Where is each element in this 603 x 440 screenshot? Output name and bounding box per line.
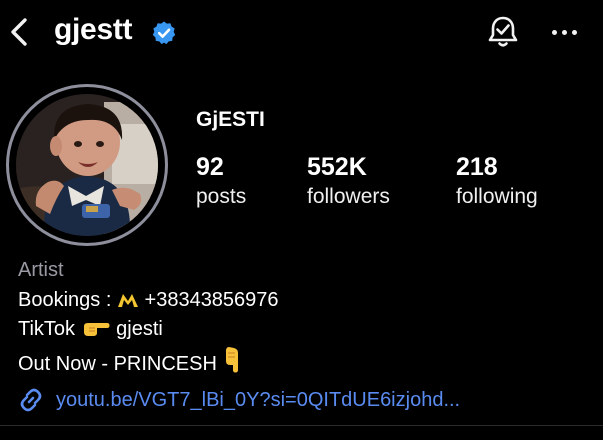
bio-tiktok-prefix: TikTok (18, 318, 76, 340)
divider (0, 425, 603, 426)
stat-followers-value: 552K (307, 153, 367, 181)
link-chain-icon (20, 388, 42, 412)
bio-bookings-phone[interactable]: +38343856976 (145, 289, 279, 311)
stat-following[interactable]: 218 following (456, 152, 538, 212)
bio-link[interactable]: youtu.be/VGT7_lBi_0Y?si=0QITdUE6izjohd..… (16, 385, 460, 415)
crown-icon (117, 293, 138, 307)
more-options-button[interactable] (550, 28, 580, 38)
stat-followers-label: followers (307, 185, 390, 208)
bio-tiktok: TikTok gjesti (18, 315, 279, 345)
stat-posts-value: 92 (196, 153, 224, 181)
stat-following-label: following (456, 185, 538, 208)
back-arrow-icon (11, 18, 27, 46)
profile-picture[interactable] (6, 84, 168, 246)
verified-badge-icon (151, 20, 177, 46)
bio-release-text: Out Now - PRINCESH (18, 352, 217, 375)
stat-followers[interactable]: 552K followers (307, 152, 390, 212)
profile-bio: Artist Bookings : +38343856976 TikTok gj… (18, 256, 279, 379)
profile-username: gjestt (54, 13, 133, 46)
bio-tiktok-handle[interactable]: gjesti (116, 318, 163, 340)
pointing-right-hand-icon (83, 323, 110, 336)
bio-bookings-prefix: Bookings : (18, 288, 117, 311)
bio-category: Artist (18, 259, 64, 281)
bio-release: Out Now - PRINCESH (18, 345, 279, 380)
pointing-down-hand-icon (225, 346, 238, 372)
bio-bookings: Bookings : +38343856976 (18, 286, 279, 316)
notification-bell-icon (488, 16, 518, 47)
notification-bell-button[interactable] (486, 14, 520, 50)
stat-following-value: 218 (456, 153, 498, 181)
profile-header: gjestt (0, 0, 603, 64)
stat-posts-label: posts (196, 185, 247, 208)
stat-posts[interactable]: 92 posts (196, 152, 246, 212)
avatar (16, 94, 158, 236)
back-button[interactable] (6, 14, 32, 50)
bio-link-text[interactable]: youtu.be/VGT7_lBi_0Y?si=0QITdUE6izjohd..… (56, 389, 460, 412)
profile-display-name: GjESTI (196, 108, 265, 131)
